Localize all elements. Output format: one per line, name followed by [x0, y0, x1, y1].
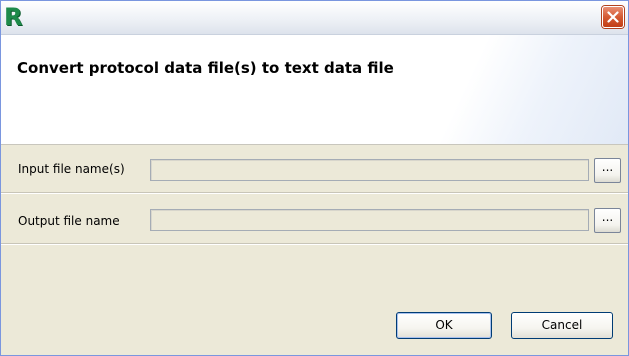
dialog-title: Convert protocol data file(s) to text da… — [17, 59, 394, 77]
close-button[interactable] — [602, 6, 624, 28]
ok-button[interactable]: OK — [396, 312, 492, 339]
input-file-label: Input file name(s) — [18, 162, 125, 176]
convert-dialog: R Convert protocol data file(s) to text … — [0, 0, 629, 356]
output-browse-button[interactable]: ... — [594, 208, 621, 233]
close-icon — [607, 11, 619, 23]
input-file-row: Input file name(s) ... — [1, 145, 628, 192]
input-file-field[interactable] — [150, 159, 589, 181]
input-browse-button[interactable]: ... — [594, 158, 621, 183]
output-file-label: Output file name — [18, 214, 120, 228]
cancel-button[interactable]: Cancel — [511, 312, 613, 339]
row-separator — [1, 243, 628, 245]
app-logo: R — [4, 3, 23, 31]
title-bar[interactable]: R — [1, 1, 628, 35]
output-file-field[interactable] — [150, 209, 589, 231]
header-banner: Convert protocol data file(s) to text da… — [1, 35, 628, 145]
form-area: Input file name(s) ... Output file name … — [1, 145, 628, 355]
output-file-row: Output file name ... — [1, 194, 628, 241]
